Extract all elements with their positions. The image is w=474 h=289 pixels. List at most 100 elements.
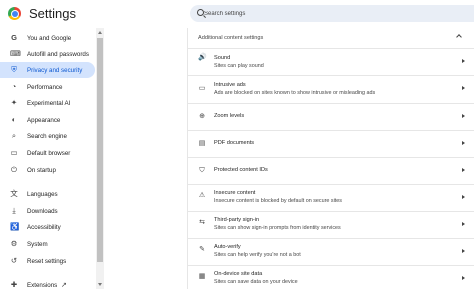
warning-icon: ⚠ xyxy=(198,192,206,199)
sidebar-item-autofill[interactable]: ⌨ Autofill and passwords xyxy=(0,46,95,62)
row-title: On-device site data xyxy=(214,271,263,277)
setting-row-zoom-levels[interactable]: ⊕ Zoom levels xyxy=(188,103,474,128)
row-title: Third-party sign-in xyxy=(214,217,260,223)
open-in-new-icon: ↗ xyxy=(61,282,67,289)
sidebar-item-label: Experimental AI xyxy=(27,99,71,107)
sidebar-item-reset-settings[interactable]: ↺ Reset settings xyxy=(0,253,95,269)
sidebar-item-downloads[interactable]: ⤓ Downloads xyxy=(0,203,95,219)
search-box[interactable] xyxy=(190,5,474,22)
arrow-right-icon xyxy=(462,59,465,63)
translate-icon: 文 xyxy=(10,189,18,198)
sparkle-icon: ✦ xyxy=(10,98,18,107)
sidebar-item-label: Performance xyxy=(27,83,63,91)
sidebar-item-extensions[interactable]: ✚ Extensions ↗ xyxy=(0,277,95,289)
setting-row-protected-content[interactable]: ⛉ Protected content IDs xyxy=(188,157,474,182)
sidebar-item-label: You and Google xyxy=(27,34,72,42)
sidebar-item-label: System xyxy=(27,240,48,248)
page-title: Settings xyxy=(29,6,76,21)
sidebar-item-privacy[interactable]: ⛨ Privacy and security xyxy=(0,62,95,78)
content-panel: Additional content settings 🔊 Sound Site… xyxy=(187,28,474,289)
row-subtitle: Sites can help verify you're not a bot xyxy=(214,252,301,258)
scroll-thumb[interactable] xyxy=(97,38,103,262)
google-icon: G xyxy=(11,33,17,42)
arrow-right-icon xyxy=(462,195,465,199)
scroll-down-arrow-icon[interactable] xyxy=(98,283,102,286)
ads-icon: ▭ xyxy=(198,85,206,92)
palette-icon: ◐ xyxy=(11,115,17,124)
key-icon: ⛉ xyxy=(199,167,205,174)
row-title: Intrusive ads xyxy=(214,82,246,88)
zoom-icon: ⊕ xyxy=(199,113,205,120)
sidebar-item-on-startup[interactable]: ⏻ On startup xyxy=(0,162,95,178)
setting-row-third-party-sign-in[interactable]: ⇆ Third-party sign-in Sites can show sig… xyxy=(188,211,474,236)
row-title: PDF documents xyxy=(214,140,255,146)
sidebar-item-default-browser[interactable]: ▭ Default browser xyxy=(0,145,95,161)
sidebar-item-label: Privacy and security xyxy=(27,66,83,74)
search-icon xyxy=(197,9,204,16)
arrow-right-icon xyxy=(462,86,465,90)
row-title: Sound xyxy=(214,55,231,61)
arrow-right-icon xyxy=(462,114,465,118)
sidebar-item-languages[interactable]: 文 Languages xyxy=(0,186,95,202)
setting-row-insecure-content[interactable]: ⚠ Insecure content Insecure content is b… xyxy=(188,184,474,209)
row-subtitle: Ads are blocked on sites known to show i… xyxy=(214,90,376,96)
browser-icon: ▭ xyxy=(10,148,18,157)
sidebar-item-system[interactable]: ⚙ System xyxy=(0,236,95,252)
sidebar-item-label: Autofill and passwords xyxy=(27,50,89,58)
puzzle-icon: ✚ xyxy=(10,280,18,289)
sidebar-item-label: Languages xyxy=(27,190,58,198)
row-title: Zoom levels xyxy=(214,113,245,119)
arrow-right-icon xyxy=(462,222,465,226)
setting-row-intrusive-ads[interactable]: ▭ Intrusive ads Ads are blocked on sites… xyxy=(188,75,474,100)
sidebar-item-appearance[interactable]: ◐ Appearance xyxy=(0,112,95,128)
chrome-logo-icon xyxy=(8,7,21,20)
power-icon: ⏻ xyxy=(11,165,17,174)
setting-row-on-device-site-data[interactable]: ▦ On-device site data Sites can save dat… xyxy=(188,265,474,289)
setting-row-auto-verify[interactable]: ✎ Auto-verify Sites can help verify you'… xyxy=(188,238,474,263)
document-icon: ▤ xyxy=(198,140,206,147)
row-title: Insecure content xyxy=(214,190,256,196)
row-subtitle: Sites can save data on your device xyxy=(214,279,298,285)
setting-row-sound[interactable]: 🔊 Sound Sites can play sound xyxy=(188,48,474,73)
sidebar: G You and Google ⌨ Autofill and password… xyxy=(0,28,96,289)
setting-row-pdf-documents[interactable]: ▤ PDF documents xyxy=(188,130,474,155)
sidebar-item-label: Downloads xyxy=(27,207,58,215)
key-icon: ⌨ xyxy=(10,49,21,58)
additional-content-settings-header[interactable]: Additional content settings xyxy=(188,28,474,48)
chevron-up-icon xyxy=(456,34,462,40)
scroll-up-arrow-icon[interactable] xyxy=(98,31,102,34)
download-icon: ⤓ xyxy=(12,206,16,215)
arrow-right-icon xyxy=(462,141,465,145)
reset-icon: ↺ xyxy=(10,256,18,265)
search-input[interactable] xyxy=(204,7,454,20)
row-title: Auto-verify xyxy=(214,244,241,250)
arrow-right-icon xyxy=(462,249,465,253)
sidebar-item-you-and-google[interactable]: G You and Google xyxy=(0,30,95,46)
speaker-icon: 🔊 xyxy=(198,54,207,61)
sidebar-item-label: Reset settings xyxy=(27,257,67,265)
row-title: Protected content IDs xyxy=(214,167,268,173)
sidebar-scrollbar[interactable] xyxy=(96,28,104,289)
sidebar-item-label: Default browser xyxy=(27,149,71,157)
sidebar-item-label: Search engine xyxy=(27,132,67,140)
sign-in-icon: ⇆ xyxy=(199,219,205,226)
sidebar-item-performance[interactable]: ◔ Performance xyxy=(0,79,95,95)
sidebar-item-search-engine[interactable]: ⌕ Search engine xyxy=(0,128,95,144)
row-subtitle: Sites can play sound xyxy=(214,63,264,69)
verify-icon: ✎ xyxy=(199,246,205,253)
arrow-right-icon xyxy=(462,168,465,172)
sidebar-item-accessibility[interactable]: ♿ Accessibility xyxy=(0,219,95,235)
sidebar-item-label: Appearance xyxy=(27,116,61,124)
sidebar-item-label: On startup xyxy=(27,166,56,174)
shield-icon: ⛨ xyxy=(11,65,17,74)
row-subtitle: Insecure content is blocked by default o… xyxy=(214,198,342,204)
sidebar-item-label: Extensions xyxy=(27,281,58,289)
sidebar-item-experimental-ai[interactable]: ✦ Experimental AI xyxy=(0,95,95,111)
wrench-icon: ⚙ xyxy=(10,239,18,248)
database-icon: ▦ xyxy=(198,273,206,280)
row-subtitle: Sites can show sign-in prompts from iden… xyxy=(214,225,341,231)
arrow-right-icon xyxy=(462,276,465,280)
top-bar: Settings xyxy=(0,0,474,28)
sidebar-item-label: Accessibility xyxy=(27,223,61,231)
section-title: Additional content settings xyxy=(198,35,264,41)
